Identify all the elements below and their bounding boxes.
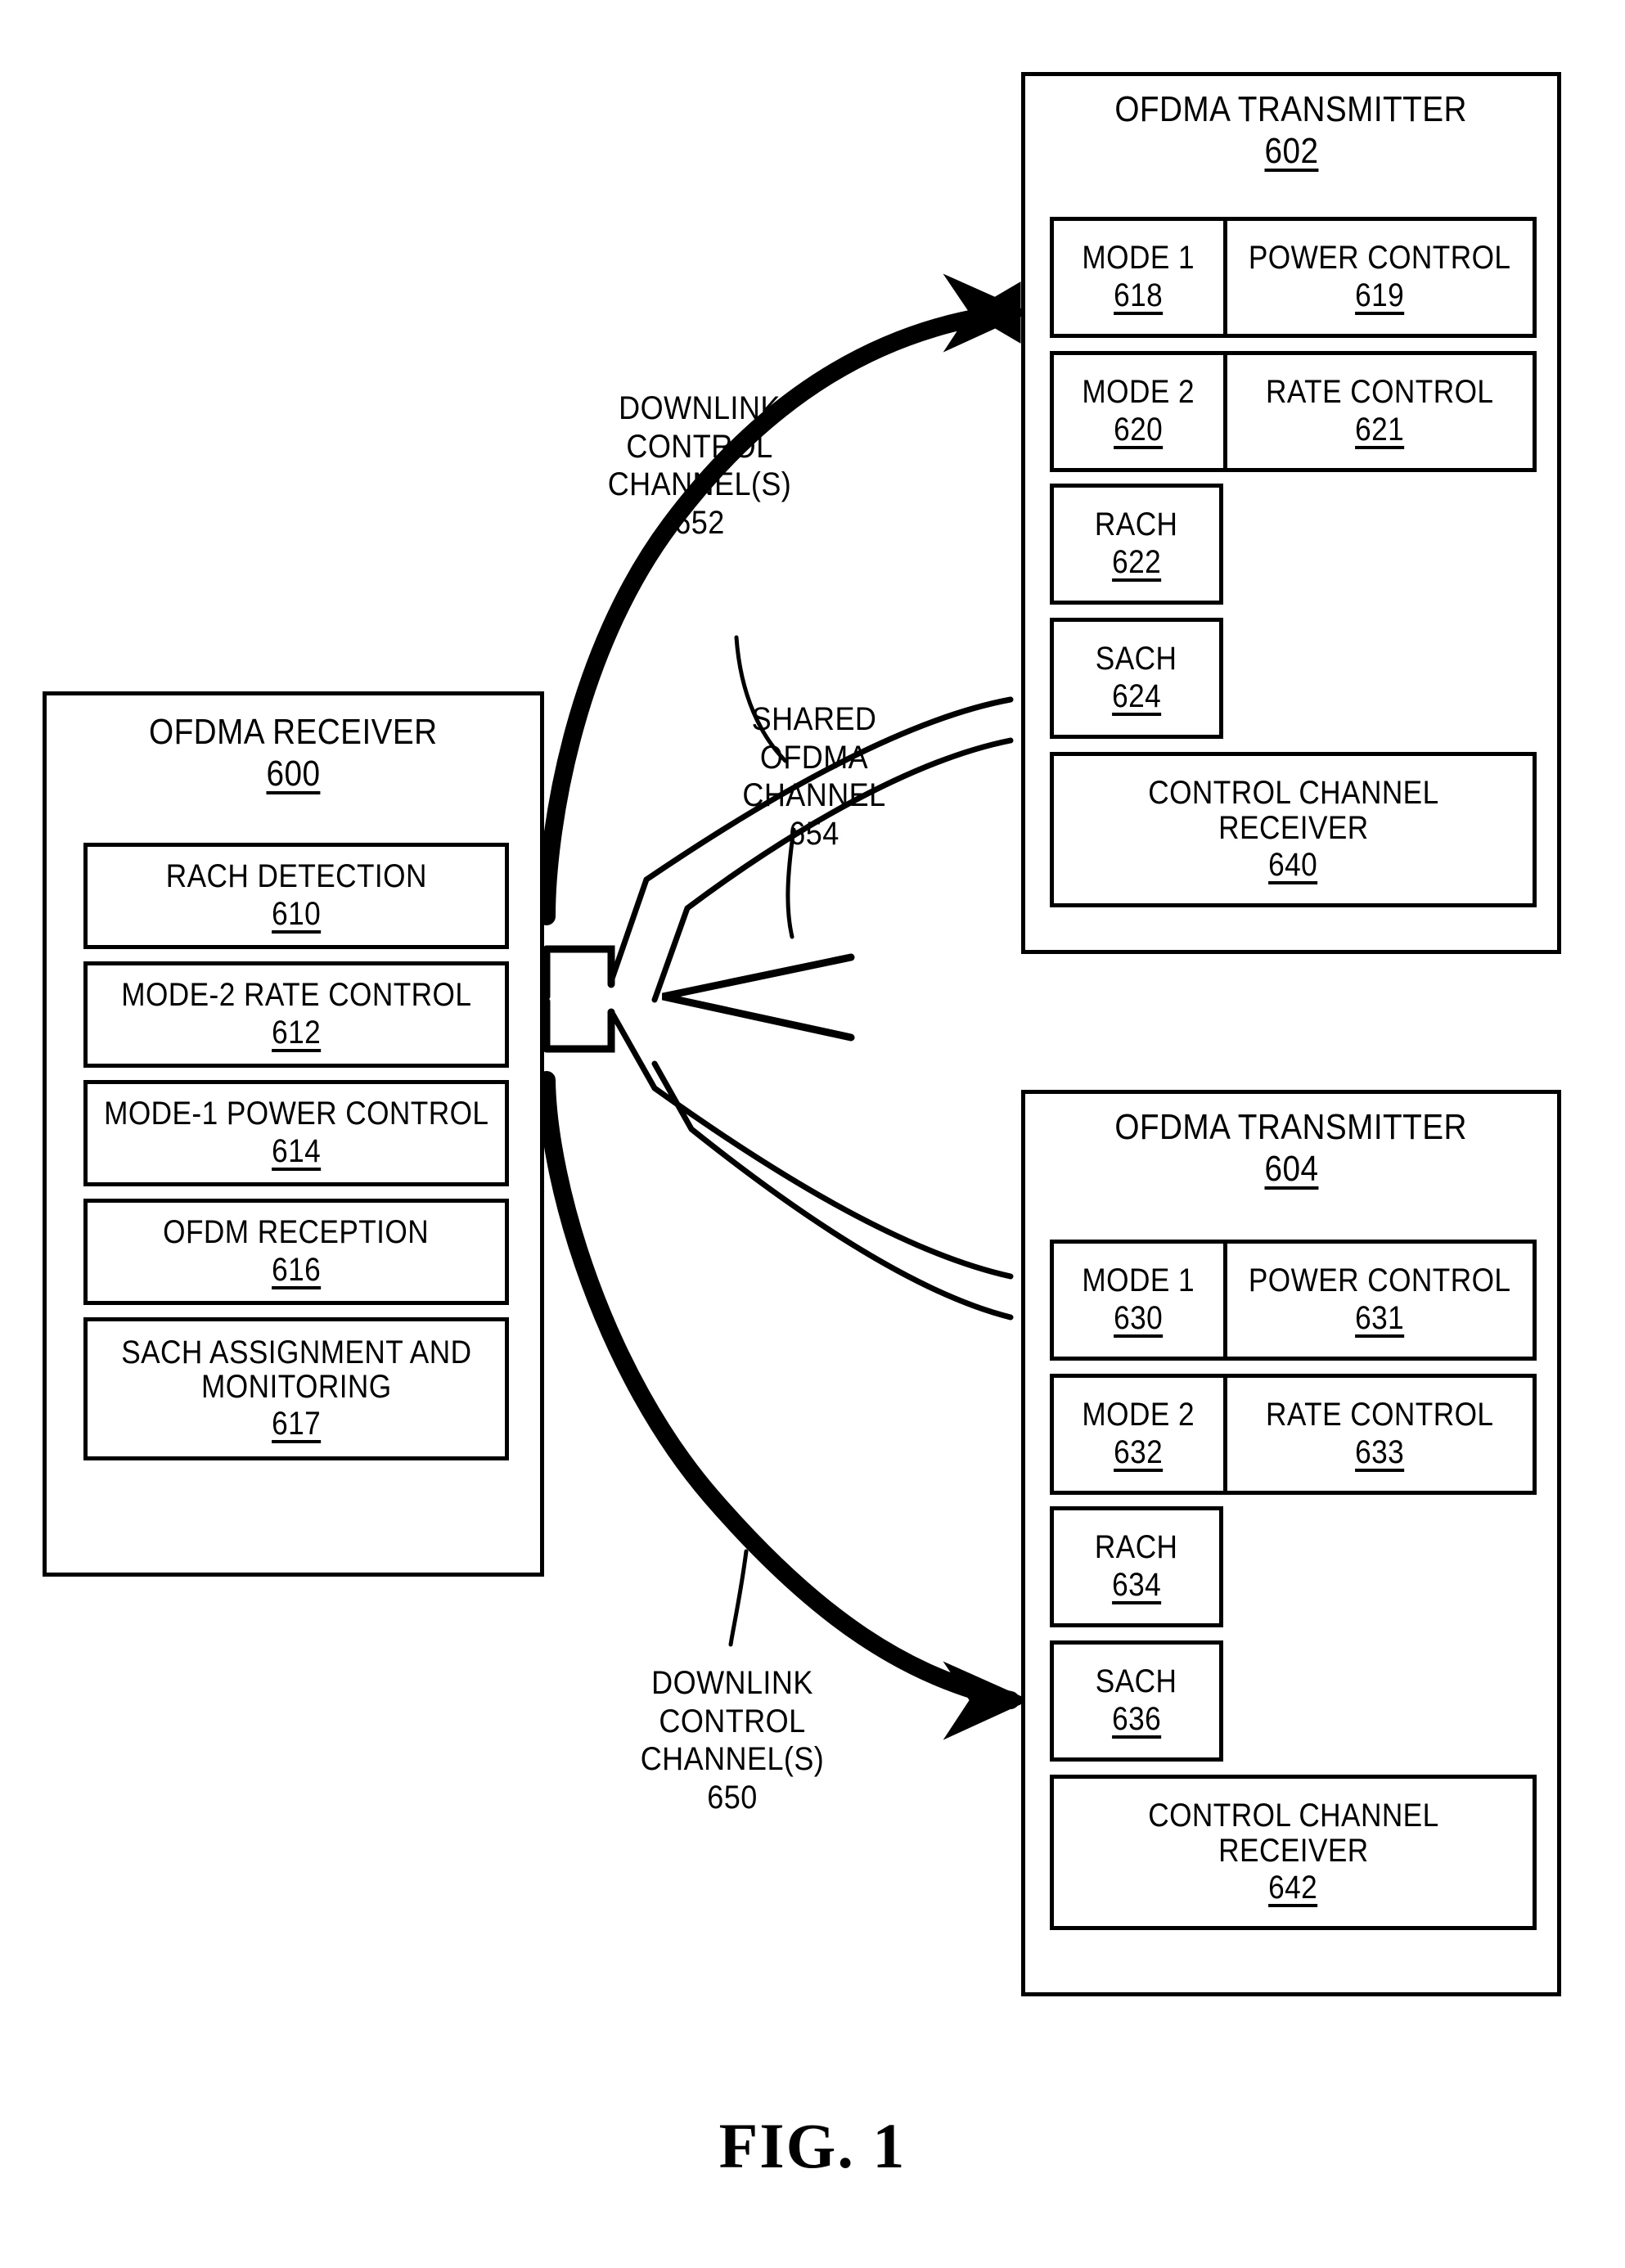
cell-label: POWER CONTROL [1249, 240, 1511, 277]
annotation-text: DOWNLINK CONTROL CHANNEL(S) 652 [607, 390, 792, 541]
cell-ref: 631 [1355, 1299, 1405, 1336]
annotation-shared-ofdma-channel-654: SHARED OFDMA CHANNEL 654 [691, 663, 937, 890]
module-ref: 614 [271, 1132, 322, 1169]
cell-label: MODE 1 [1082, 1262, 1195, 1299]
module-label: SACH ASSIGNMENT AND MONITORING [120, 1334, 472, 1406]
power-control-cell[interactable]: POWER CONTROL 619 [1227, 221, 1533, 334]
cell-ref: 636 [1111, 1700, 1162, 1737]
rate-control-cell[interactable]: RATE CONTROL 633 [1227, 1378, 1533, 1491]
module-label: OFDM RECEPTION [163, 1214, 430, 1251]
cell-ref: 634 [1111, 1566, 1162, 1603]
mode1-cell[interactable]: MODE 1 618 [1054, 221, 1227, 334]
transmitter-604-header: OFDMA TRANSMITTER 604 [1025, 1107, 1557, 1189]
transmitter-ref: 602 [1264, 130, 1318, 171]
transmitter-602-row-mode2-rate-control[interactable]: MODE 2 620 RATE CONTROL 621 [1050, 351, 1537, 472]
transmitter-604-rach[interactable]: RACH 634 [1050, 1506, 1223, 1627]
module-ref: 617 [271, 1406, 322, 1442]
transmitter-604-sach[interactable]: SACH 636 [1050, 1640, 1223, 1762]
cell-ref: 624 [1111, 677, 1162, 714]
ofdma-transmitter-604-block: OFDMA TRANSMITTER 604 MODE 1 630 POWER C… [1021, 1090, 1561, 1996]
module-ref: 616 [271, 1251, 322, 1288]
receiver-module-mode2-rate-control[interactable]: MODE-2 RATE CONTROL 612 [83, 961, 509, 1068]
module-label: MODE-1 POWER CONTROL [103, 1096, 489, 1132]
cell-ref: 620 [1114, 411, 1164, 448]
receiver-module-rach-detection[interactable]: RACH DETECTION 610 [83, 843, 509, 949]
module-label: RACH DETECTION [165, 858, 427, 895]
cell-label: RATE CONTROL [1266, 374, 1494, 411]
annotation-text: DOWNLINK CONTROL CHANNEL(S) 650 [640, 1665, 825, 1816]
cell-ref: 630 [1114, 1299, 1164, 1336]
cell-label: POWER CONTROL [1249, 1262, 1511, 1299]
mode2-cell[interactable]: MODE 2 620 [1054, 355, 1227, 468]
receiver-ref: 600 [266, 753, 321, 794]
ofdma-transmitter-602-block: OFDMA TRANSMITTER 602 MODE 1 618 POWER C… [1021, 72, 1561, 954]
receiver-module-sach-assignment-monitoring[interactable]: SACH ASSIGNMENT AND MONITORING 617 [83, 1317, 509, 1460]
transmitter-604-row-mode2-rate-control[interactable]: MODE 2 632 RATE CONTROL 633 [1050, 1374, 1537, 1495]
cell-ref: 633 [1355, 1433, 1405, 1470]
receiver-header: OFDMA RECEIVER 600 [47, 713, 540, 794]
cell-label: SACH [1096, 1663, 1177, 1700]
cell-ref: 619 [1355, 277, 1405, 313]
transmitter-602-sach[interactable]: SACH 624 [1050, 618, 1223, 739]
cell-ref: 622 [1111, 543, 1162, 580]
cell-ref: 642 [1268, 1869, 1318, 1906]
annotation-text: SHARED OFDMA CHANNEL 654 [742, 701, 886, 852]
annotation-downlink-control-channel-652: DOWNLINK CONTROL CHANNEL(S) 652 [540, 352, 859, 579]
module-label: MODE-2 RATE CONTROL [120, 977, 472, 1014]
cell-ref: 640 [1268, 846, 1318, 883]
cell-ref: 632 [1114, 1433, 1164, 1470]
transmitter-title: OFDMA TRANSMITTER [1114, 1107, 1468, 1147]
cell-ref: 618 [1114, 277, 1164, 313]
transmitter-ref: 604 [1264, 1148, 1318, 1189]
cell-label: MODE 1 [1082, 240, 1195, 277]
transmitter-602-control-channel-receiver[interactable]: CONTROL CHANNEL RECEIVER 640 [1050, 752, 1537, 907]
transmitter-title: OFDMA TRANSMITTER [1114, 89, 1468, 129]
figure-caption: FIG. 1 [718, 2110, 907, 2181]
cell-label: CONTROL CHANNEL RECEIVER [1147, 775, 1439, 846]
cell-label: RACH [1095, 1529, 1178, 1566]
cell-label: RATE CONTROL [1266, 1397, 1494, 1433]
module-ref: 610 [271, 895, 322, 932]
power-control-cell[interactable]: POWER CONTROL 631 [1227, 1244, 1533, 1357]
rate-control-cell[interactable]: RATE CONTROL 621 [1227, 355, 1533, 468]
receiver-module-ofdm-reception[interactable]: OFDM RECEPTION 616 [83, 1199, 509, 1305]
mode2-cell[interactable]: MODE 2 632 [1054, 1378, 1227, 1491]
module-ref: 612 [271, 1014, 322, 1051]
mode1-cell[interactable]: MODE 1 630 [1054, 1244, 1227, 1357]
receiver-title: OFDMA RECEIVER [149, 712, 438, 752]
ofdma-receiver-block: OFDMA RECEIVER 600 RACH DETECTION 610 MO… [43, 691, 544, 1577]
cell-label: SACH [1096, 641, 1177, 677]
patent-figure-sheet: OFDMA RECEIVER 600 RACH DETECTION 610 MO… [0, 0, 1625, 2268]
cell-label: MODE 2 [1082, 1397, 1195, 1433]
annotation-downlink-control-channel-650: DOWNLINK CONTROL CHANNEL(S) 650 [573, 1627, 892, 1854]
transmitter-602-rach[interactable]: RACH 622 [1050, 484, 1223, 605]
transmitter-604-row-mode1-power-control[interactable]: MODE 1 630 POWER CONTROL 631 [1050, 1240, 1537, 1361]
transmitter-604-control-channel-receiver[interactable]: CONTROL CHANNEL RECEIVER 642 [1050, 1775, 1537, 1930]
cell-ref: 621 [1355, 411, 1405, 448]
transmitter-602-header: OFDMA TRANSMITTER 602 [1025, 89, 1557, 171]
receiver-module-mode1-power-control[interactable]: MODE-1 POWER CONTROL 614 [83, 1080, 509, 1186]
cell-label: MODE 2 [1082, 374, 1195, 411]
transmitter-602-row-mode1-power-control[interactable]: MODE 1 618 POWER CONTROL 619 [1050, 217, 1537, 338]
cell-label: CONTROL CHANNEL RECEIVER [1147, 1798, 1439, 1869]
cell-label: RACH [1095, 506, 1178, 543]
